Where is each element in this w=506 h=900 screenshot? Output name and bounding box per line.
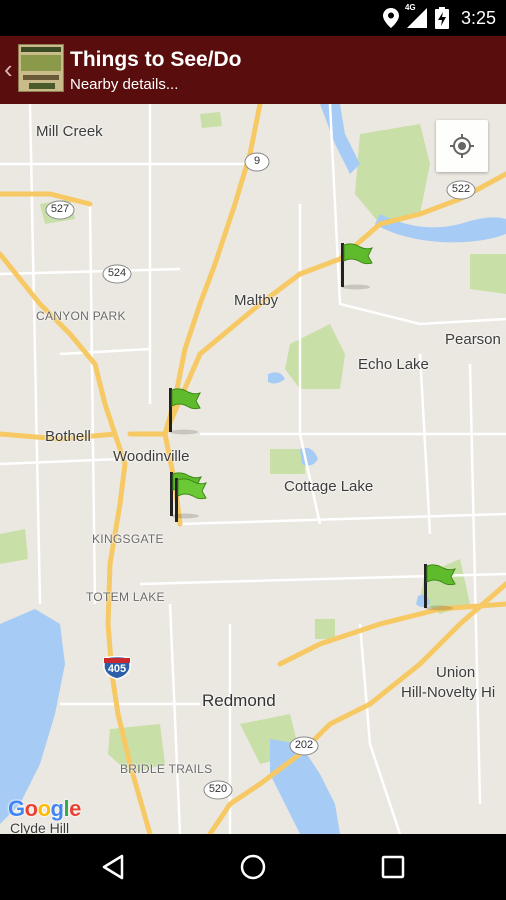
road-shield: 524 [102,264,132,284]
my-location-button[interactable] [436,120,488,172]
place-label: Hill-Novelty Hi [401,684,496,701]
road-shield-label: 524 [107,267,127,279]
neighborhood-label: BRIDLE TRAILS [120,762,213,776]
page-title: Things to See/Do [70,48,242,71]
google-logo-letter: G [8,796,25,821]
nav-back-icon [102,854,124,880]
app-bar: ‹ Things to See/Do Nearby details... [0,36,506,104]
place-label: Bothell [45,428,91,445]
map-base-layer [0,104,506,834]
road-shield: 202 [289,736,319,756]
google-logo-letter: g [50,796,64,821]
place-label: Pearson [445,331,501,348]
place-label: Union [436,664,476,681]
app-logo-icon[interactable] [18,44,64,92]
network-type-label: 4G [404,3,416,12]
road-shield: 522 [446,180,476,200]
place-label: Clyde Hill [10,820,70,834]
signal-indicator: 4G [405,3,427,28]
neighborhood-label: KINGSGATE [92,532,164,546]
chevron-left-icon[interactable]: ‹ [4,56,13,82]
place-label: Cottage Lake [284,478,374,495]
road-shield-label: 202 [294,739,314,751]
green-flag-icon[interactable] [166,386,206,436]
neighborhood-label: TOTEM LAKE [86,590,165,604]
green-flag-icon[interactable] [338,241,378,291]
status-time: 3:25 [460,7,496,28]
status-icons: 4G 3:25 [382,3,496,30]
battery-charging-icon [434,7,449,29]
google-logo-letter: o [37,796,51,821]
green-flag-icon[interactable] [421,562,461,612]
road-shield-label: 527 [50,203,70,215]
interstate-shield-label: 405 [107,663,127,675]
nav-recents-icon [381,855,405,879]
place-label: Maltby [234,292,279,309]
interstate-shield: 405 [102,655,132,680]
road-shield-label: 9 [253,155,261,167]
location-icon [382,8,399,28]
my-location-icon [450,134,474,158]
green-flag-icon[interactable] [172,476,212,526]
neighborhood-label: CANYON PARK [36,309,126,323]
google-logo-letter: o [24,796,38,821]
nav-home-icon [240,854,266,880]
road-shield: 520 [203,780,233,800]
map-view[interactable]: Mill Creek CANYON PARK Maltby Pearson Ec… [0,104,506,834]
nav-recents-button[interactable] [376,850,410,884]
navigation-bar [0,834,506,900]
road-shield-label: 520 [208,783,228,795]
google-logo-letter: e [69,796,81,821]
road-shield: 9 [242,152,272,172]
place-label: Woodinville [113,448,190,465]
page-subtitle: Nearby details... [70,76,179,93]
status-bar: 4G 3:25 [0,0,506,36]
place-label: Echo Lake [358,356,429,373]
nav-home-button[interactable] [236,850,270,884]
road-shield-label: 522 [451,183,471,195]
place-label: Redmond [202,691,276,710]
place-label: Mill Creek [36,123,103,140]
nav-back-button[interactable] [96,850,130,884]
road-shield: 527 [45,200,75,220]
google-logo[interactable]: Google [8,796,81,822]
